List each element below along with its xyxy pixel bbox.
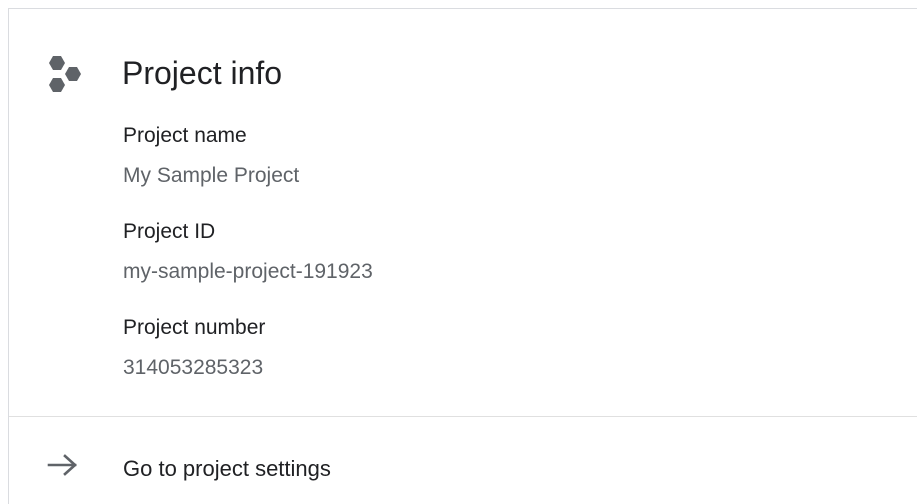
project-name-value: My Sample Project — [123, 164, 300, 187]
project-number-value: 314053285323 — [123, 356, 264, 379]
hexagon-cluster-icon — [45, 53, 91, 97]
card-title: Project info — [122, 55, 283, 91]
card-header: Project info — [9, 9, 917, 119]
project-number-field: Project number 314053285323 — [123, 315, 265, 381]
project-name-field: Project name My Sample Project — [123, 123, 299, 189]
go-to-project-settings-label: Go to project settings — [123, 456, 331, 481]
arrow-right-icon — [47, 453, 79, 477]
project-id-field: Project ID my-sample-project-191923 — [123, 219, 373, 285]
project-id-value: my-sample-project-191923 — [123, 260, 373, 283]
project-name-label: Project name — [123, 124, 247, 147]
project-info-card: Project info Project name My Sample Proj… — [8, 8, 917, 504]
go-to-project-settings-link[interactable]: Go to project settings — [9, 417, 917, 504]
project-number-label: Project number — [123, 316, 266, 339]
project-id-label: Project ID — [123, 220, 216, 243]
